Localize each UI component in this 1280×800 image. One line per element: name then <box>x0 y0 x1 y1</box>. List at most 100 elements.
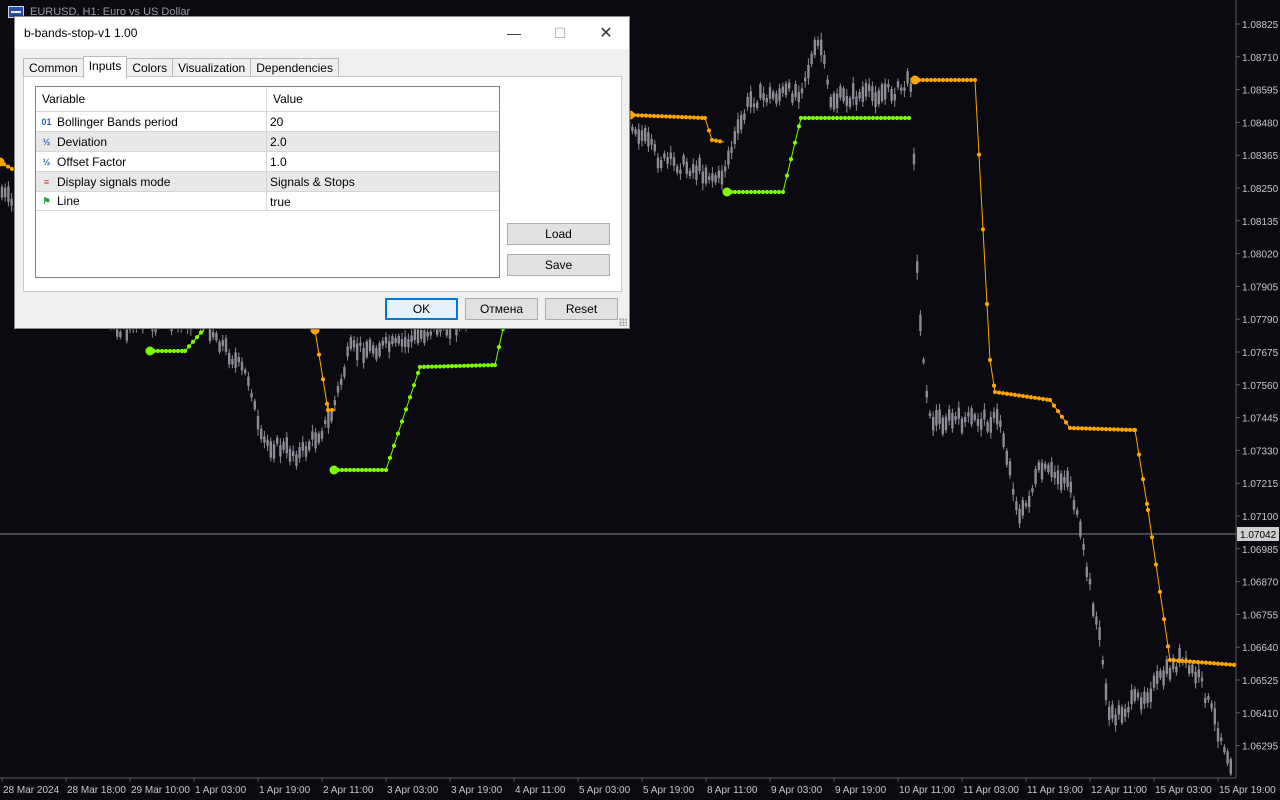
candle-body <box>708 176 711 180</box>
up-stop-2-dot <box>395 431 401 436</box>
down-stop-2-dot <box>647 113 653 118</box>
candle-body <box>346 346 349 357</box>
time-tick-label: 5 Apr 19:00 <box>643 785 695 796</box>
candle-body <box>679 169 682 174</box>
candle-body <box>807 64 810 79</box>
down-stop-3-dot <box>1157 589 1163 594</box>
minimize-icon[interactable]: — <box>491 17 537 49</box>
tab-dependencies[interactable]: Dependencies <box>250 58 339 77</box>
candle-body <box>864 83 868 97</box>
header-value[interactable]: Value <box>267 87 303 111</box>
value-cell[interactable]: true <box>267 192 291 210</box>
down-stop-3-dot <box>1067 425 1073 431</box>
down-stop-3-dot <box>1059 414 1065 419</box>
resize-grip-icon[interactable] <box>619 318 627 326</box>
reset-button[interactable]: Reset <box>545 298 618 320</box>
up-stop-3-dot <box>898 115 904 121</box>
time-tick-label: 29 Mar 10:00 <box>131 785 190 796</box>
fraction-icon: ½ <box>42 136 51 147</box>
down-stop-3-dot <box>1223 662 1229 667</box>
up-stop-2-dot <box>496 344 502 350</box>
candle-body <box>400 339 404 347</box>
up-stop-3-dot <box>814 115 820 121</box>
tab-common[interactable]: Common <box>23 58 84 77</box>
candle-body <box>240 361 244 371</box>
tab-visualization[interactable]: Visualization <box>172 58 252 77</box>
price-tick-label: 1.07330 <box>1242 446 1279 457</box>
table-row[interactable]: ⚑ Line true <box>36 191 499 211</box>
down-stop-2-dot <box>687 115 693 120</box>
down-stop-2-dot <box>655 114 661 119</box>
table-row[interactable]: ½ Deviation 2.0 <box>36 131 499 151</box>
down-stop-3-dot <box>964 77 970 83</box>
tab-colors[interactable]: Colors <box>126 58 174 77</box>
candle-body <box>916 261 919 273</box>
tab-inputs[interactable]: Inputs <box>82 56 128 78</box>
down-stop-3-dot <box>1032 395 1038 400</box>
ok-button[interactable]: OK <box>385 298 458 320</box>
candle-body <box>1143 691 1146 704</box>
value-cell[interactable]: 2.0 <box>267 132 287 151</box>
up-stop-2-dot <box>415 370 421 376</box>
up-stop-3-dot <box>756 189 762 195</box>
up-stop-3-dot <box>838 115 844 121</box>
up-stop-1-dot <box>175 348 181 354</box>
candle-body <box>1175 666 1178 673</box>
candle-body <box>832 93 836 110</box>
candle-body <box>119 331 122 338</box>
dialog-titlebar[interactable]: b-bands-stop-v1 1.00 — ☐ ✕ <box>15 17 629 49</box>
candle-body <box>781 86 784 93</box>
candle-body <box>871 86 874 101</box>
up-stop-2-dot <box>481 363 487 368</box>
candle-body <box>746 96 749 107</box>
up-stop-1-dot <box>190 339 196 344</box>
down-stop-3-dot <box>1111 427 1117 432</box>
candle-body <box>423 330 426 344</box>
load-button[interactable]: Load <box>507 223 610 245</box>
candle-body <box>381 340 384 346</box>
down-stop-3-dot <box>1165 644 1171 649</box>
candle-body <box>928 412 932 417</box>
time-tick-label: 3 Apr 03:00 <box>387 785 439 796</box>
up-stop-2-dot <box>465 363 471 368</box>
up-stop-3-dot <box>798 115 804 121</box>
candle-body <box>1133 688 1136 701</box>
down-stop-3-dot <box>1008 392 1014 397</box>
up-stop-1-dot <box>159 348 165 354</box>
value-cell[interactable]: 20 <box>267 112 283 131</box>
up-stop-3-dot <box>826 115 832 121</box>
table-row[interactable]: 01 Bollinger Bands period 20 <box>36 111 499 131</box>
save-button[interactable]: Save <box>507 254 610 276</box>
up-stop-3-dot <box>760 189 766 195</box>
down-stop-3-dot <box>924 77 930 83</box>
table-row[interactable]: ≡ Display signals mode Signals & Stops <box>36 171 499 191</box>
candle-body <box>1012 488 1015 495</box>
close-icon[interactable]: ✕ <box>583 17 629 49</box>
up-stop-1-dot <box>198 330 204 335</box>
maximize-icon[interactable]: ☐ <box>537 17 583 49</box>
candle-body <box>1040 462 1044 480</box>
cancel-button[interactable]: Отмена <box>465 298 538 320</box>
header-variable[interactable]: Variable <box>36 87 267 111</box>
candle-body <box>804 77 807 82</box>
value-cell[interactable]: Signals & Stops <box>267 172 355 191</box>
candle-body <box>231 358 234 365</box>
variable-name: Display signals mode <box>57 174 171 189</box>
candle-body <box>634 129 637 135</box>
up-stop-3-dot <box>890 115 896 121</box>
candle-body <box>749 91 752 108</box>
up-stop-2-signal-dot <box>329 465 339 475</box>
down-stop-3-dot <box>1203 660 1209 665</box>
down-stop-3-dot <box>1195 660 1201 665</box>
candle-body <box>228 352 231 365</box>
candle-body <box>660 160 663 168</box>
table-row[interactable]: ½ Offset Factor 1.0 <box>36 151 499 171</box>
integer-icon: 01 <box>41 116 52 127</box>
price-tick-label: 1.06870 <box>1242 578 1279 589</box>
variable-name: Deviation <box>57 134 108 149</box>
down-stop-3-dot <box>1132 427 1138 433</box>
value-cell[interactable]: 1.0 <box>267 152 287 171</box>
up-stop-2-dot <box>429 364 435 369</box>
candle-body <box>941 417 944 435</box>
time-tick-label: 9 Apr 19:00 <box>835 785 887 796</box>
